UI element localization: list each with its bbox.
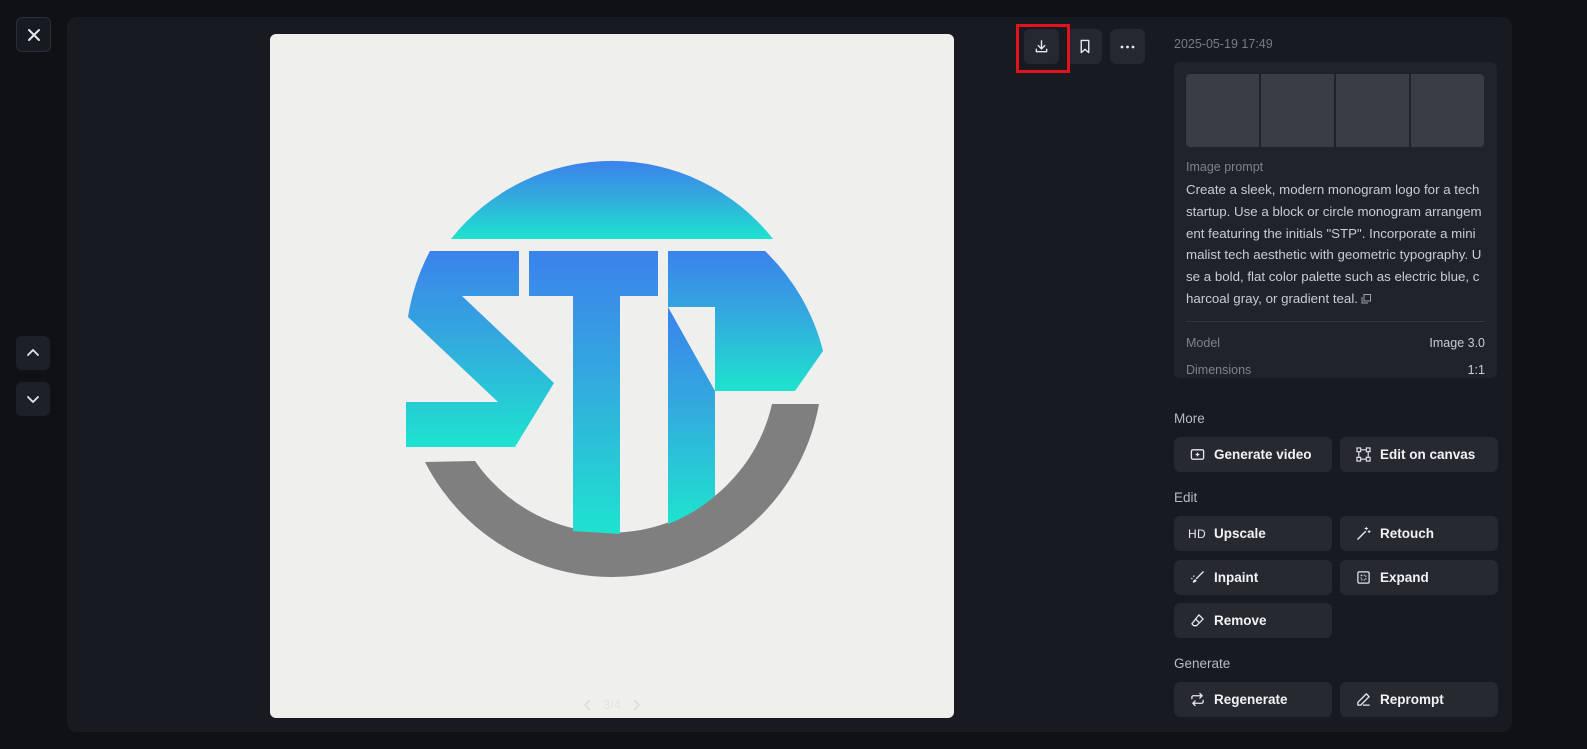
more-options-button[interactable] [1110, 29, 1145, 64]
pen-icon [1356, 693, 1370, 706]
thumbnail[interactable] [1186, 74, 1259, 147]
more-icon [1120, 45, 1135, 48]
meta-row-model: Model Image 3.0 [1186, 336, 1485, 350]
meta-key: Dimensions [1186, 363, 1252, 377]
image-pager: 3/4 [270, 697, 954, 712]
button-label: Remove [1214, 613, 1267, 628]
section-title-edit: Edit [1174, 490, 1198, 505]
prompt-text-block: Create a sleek, modern monogram logo for… [1186, 179, 1486, 310]
button-label: Generate video [1214, 447, 1312, 462]
creation-timestamp: 2025-05-19 17:49 [1174, 37, 1273, 51]
close-button[interactable] [16, 17, 51, 52]
next-image-button[interactable] [16, 382, 50, 416]
download-button[interactable] [1024, 29, 1059, 64]
stp-logo-image [406, 160, 823, 578]
chevron-right-icon[interactable] [631, 698, 641, 711]
download-icon [1035, 40, 1048, 53]
meta-value: 1:1 [1467, 363, 1485, 377]
canvas-icon [1355, 447, 1371, 462]
inpaint-button[interactable]: Inpaint [1174, 560, 1332, 595]
remove-button[interactable]: Remove [1174, 603, 1332, 638]
thumbnail[interactable] [1411, 74, 1484, 147]
expand-icon [1356, 571, 1370, 584]
chevron-left-icon[interactable] [583, 698, 593, 711]
meta-key: Model [1186, 336, 1221, 350]
repeat-icon [1190, 692, 1204, 707]
meta-value: Image 3.0 [1429, 336, 1485, 350]
brush-icon [1190, 571, 1204, 583]
button-label: Inpaint [1214, 570, 1259, 585]
info-card: Image prompt Create a sleek, modern mono… [1174, 62, 1497, 378]
button-label: Retouch [1380, 526, 1434, 541]
button-label: Reprompt [1380, 692, 1444, 707]
image-viewer-panel: 3/4 2025-05-19 17:49 Image prompt Create… [67, 17, 1512, 732]
prompt-text: Create a sleek, modern monogram logo for… [1186, 182, 1482, 306]
copy-icon[interactable] [1361, 294, 1371, 304]
button-label: Upscale [1214, 526, 1266, 541]
divider [1186, 321, 1485, 322]
button-label: Regenerate [1214, 692, 1288, 707]
generate-video-button[interactable]: Generate video [1174, 437, 1332, 472]
retouch-button[interactable]: Retouch [1340, 516, 1498, 551]
close-icon [27, 28, 40, 41]
regenerate-button[interactable]: Regenerate [1174, 682, 1332, 717]
prompt-label: Image prompt [1186, 160, 1264, 174]
magic-wand-icon [1356, 526, 1371, 540]
upscale-button[interactable]: HD Upscale [1174, 516, 1332, 551]
button-label: Edit on canvas [1380, 447, 1476, 462]
section-title-more: More [1174, 411, 1205, 426]
thumbnail[interactable] [1336, 74, 1409, 147]
expand-button[interactable]: Expand [1340, 560, 1498, 595]
meta-row-dimensions: Dimensions 1:1 [1186, 363, 1485, 377]
section-title-generate: Generate [1174, 656, 1231, 671]
image-actions-toolbar [1024, 29, 1145, 64]
thumbnail[interactable] [1261, 74, 1334, 147]
bookmark-button[interactable] [1067, 29, 1102, 64]
reference-thumbnails [1186, 74, 1484, 147]
chevron-down-icon [27, 396, 39, 403]
bookmark-icon [1080, 39, 1089, 54]
hd-icon: HD [1188, 526, 1206, 541]
previous-image-button[interactable] [16, 336, 50, 370]
edit-on-canvas-button[interactable]: Edit on canvas [1340, 437, 1498, 472]
chevron-up-icon [27, 349, 39, 356]
generated-image[interactable]: 3/4 [270, 34, 954, 718]
button-label: Expand [1380, 570, 1429, 585]
pager-count: 3/4 [602, 697, 622, 712]
reprompt-button[interactable]: Reprompt [1340, 682, 1498, 717]
video-plus-icon [1190, 449, 1204, 460]
eraser-icon [1190, 614, 1204, 627]
